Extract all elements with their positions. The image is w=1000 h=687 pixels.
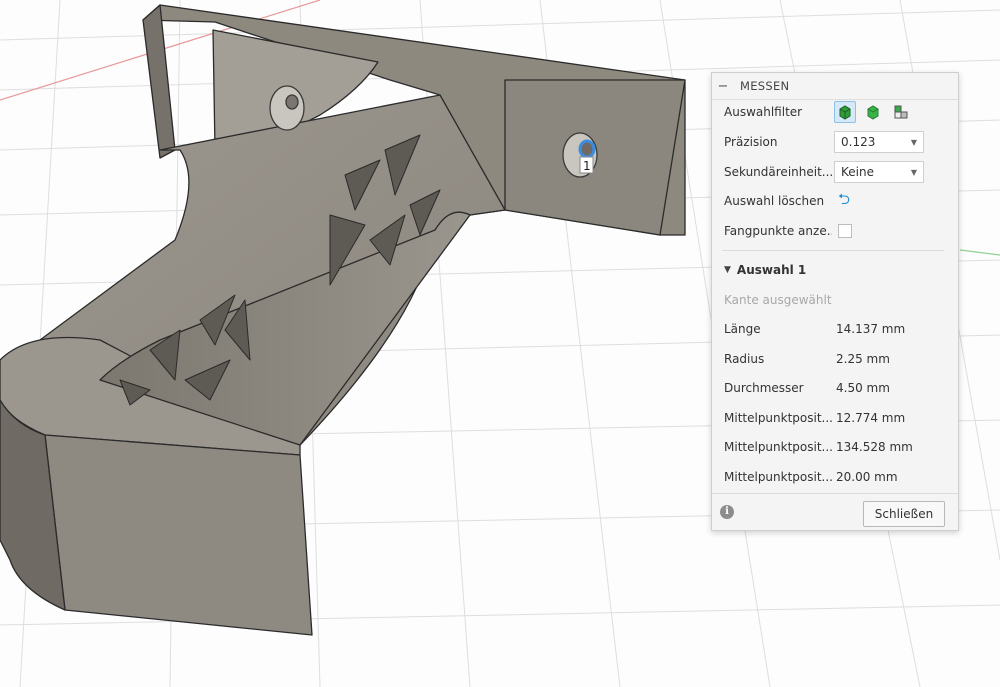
measurement-label: Durchmesser (724, 381, 804, 395)
secondary-unit-value: Keine (841, 165, 874, 179)
measurement-value: 4.50 mm (836, 381, 890, 395)
precision-label: Präzision (724, 135, 778, 149)
measurement-label: Mittelpunktposit... (724, 470, 832, 484)
measurement-label: Mittelpunktposit... (724, 440, 832, 454)
snap-points-row: Fangpunkte anze... (724, 218, 946, 244)
close-button[interactable]: Schließen (863, 501, 945, 527)
chevron-down-icon: ▼ (910, 167, 917, 177)
secondary-unit-row: Sekundäreinheit... Keine ▼ (724, 159, 946, 185)
measure-panel: − MESSEN Auswahlfilter Präzision 0.123 ▼… (711, 72, 959, 531)
secondary-unit-label: Sekundäreinheit... (724, 165, 832, 179)
snap-points-checkbox[interactable] (838, 224, 852, 238)
measurement-value: 2.25 mm (836, 352, 890, 366)
measurement-row: Mittelpunktposit... 20.00 mm (724, 464, 946, 490)
selection-title: Auswahl 1 (736, 263, 807, 277)
precision-value: 0.123 (841, 135, 876, 149)
measurement-value: 134.528 mm (836, 440, 913, 454)
measurement-row: Länge 14.137 mm (724, 316, 946, 342)
hole-left[interactable] (269, 85, 305, 131)
filter-label: Auswahlfilter (724, 105, 803, 119)
clear-selection-row: Auswahl löschen ⮌ (724, 188, 946, 214)
svg-text:1: 1 (583, 159, 591, 173)
selection-subtitle-row: Kante ausgewählt (724, 287, 946, 313)
selection-marker: 1 (579, 156, 594, 174)
measurement-label: Mittelpunktposit... (724, 411, 832, 425)
measurement-row: Durchmesser 4.50 mm (724, 375, 946, 401)
secondary-unit-select[interactable]: Keine ▼ (834, 161, 924, 183)
selection-subtitle: Kante ausgewählt (724, 293, 832, 307)
precision-select[interactable]: 0.123 ▼ (834, 131, 924, 153)
divider (722, 250, 944, 251)
collapse-button[interactable]: − (714, 79, 732, 94)
filter-row: Auswahlfilter (724, 99, 946, 125)
select-face-icon[interactable] (862, 101, 884, 123)
clear-selection-label: Auswahl löschen (724, 194, 825, 208)
measurement-label: Radius (724, 352, 765, 366)
measurement-row: Mittelpunktposit... 12.774 mm (724, 405, 946, 431)
snap-points-label: Fangpunkte anze... (724, 224, 832, 238)
panel-title: MESSEN (740, 79, 790, 93)
undo-icon[interactable]: ⮌ (838, 189, 850, 214)
measurement-row: Mittelpunktposit... 134.528 mm (724, 434, 946, 460)
panel-footer: i Schließen (712, 493, 958, 530)
panel-header: − MESSEN (712, 73, 958, 100)
chevron-down-icon: ▼ (910, 137, 917, 147)
measurement-value: 12.774 mm (836, 411, 906, 425)
measurement-label: Länge (724, 322, 761, 336)
measurement-value: 14.137 mm (836, 322, 906, 336)
triangle-down-icon: ▼ (724, 265, 731, 275)
selection-header[interactable]: ▼ Auswahl 1 (724, 257, 946, 283)
info-icon[interactable]: i (720, 505, 734, 519)
bracket-model[interactable] (0, 4, 686, 636)
select-body-icon[interactable] (834, 101, 856, 123)
precision-row: Präzision 0.123 ▼ (724, 129, 946, 155)
axis-y-line (959, 249, 1000, 256)
select-component-icon[interactable] (890, 101, 912, 123)
measurement-value: 20.00 mm (836, 470, 898, 484)
measurement-row: Radius 2.25 mm (724, 346, 946, 372)
